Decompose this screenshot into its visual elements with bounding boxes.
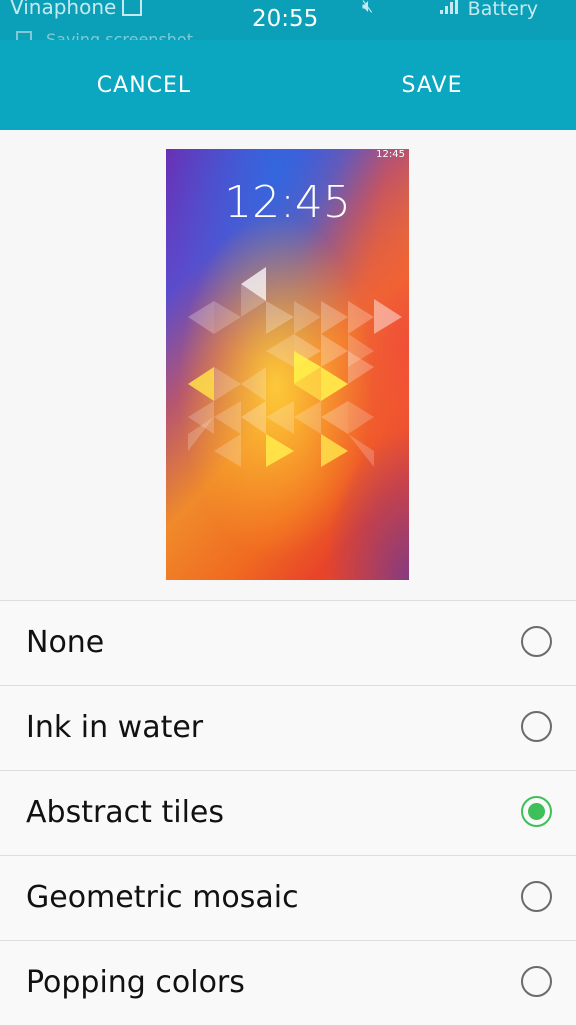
effect-options-list: None Ink in water Abstract tiles Geometr…: [0, 600, 576, 1025]
option-none[interactable]: None: [0, 600, 576, 685]
preview-area: 12:45 12:45: [0, 130, 576, 600]
cancel-button[interactable]: CANCEL: [0, 40, 288, 130]
radio-dot-icon: [528, 803, 545, 820]
save-button[interactable]: SAVE: [288, 40, 576, 130]
preview-clock: 12:45: [224, 177, 351, 228]
option-abstract-tiles[interactable]: Abstract tiles: [0, 770, 576, 855]
lockscreen-preview: 12:45 12:45: [166, 149, 409, 580]
battery-label: Battery: [467, 0, 538, 20]
radio-button[interactable]: [521, 626, 552, 657]
option-label: Geometric mosaic: [26, 880, 299, 915]
option-geometric-mosaic[interactable]: Geometric mosaic: [0, 855, 576, 940]
action-bar: CANCEL SAVE: [0, 40, 576, 130]
radio-button-selected[interactable]: [521, 796, 552, 827]
status-bar: Vinaphone 🔇︎ 20:55 Battery Saving screen…: [0, 0, 576, 49]
radio-button[interactable]: [521, 881, 552, 912]
status-clock: 20:55: [252, 6, 319, 32]
preview-status-time: 12:45: [376, 149, 405, 160]
radio-button[interactable]: [521, 711, 552, 742]
gallery-icon: [122, 0, 143, 16]
option-label: Abstract tiles: [26, 795, 224, 830]
carrier-name: Vinaphone: [10, 0, 143, 19]
option-ink-in-water[interactable]: Ink in water: [0, 685, 576, 770]
carrier-label: Vinaphone: [10, 0, 117, 19]
option-label: Ink in water: [26, 710, 204, 745]
option-label: Popping colors: [26, 965, 245, 1000]
radio-button[interactable]: [521, 966, 552, 997]
option-label: None: [26, 625, 105, 660]
option-popping-colors[interactable]: Popping colors: [0, 940, 576, 1025]
mute-icon: 🔇︎: [362, 0, 374, 17]
